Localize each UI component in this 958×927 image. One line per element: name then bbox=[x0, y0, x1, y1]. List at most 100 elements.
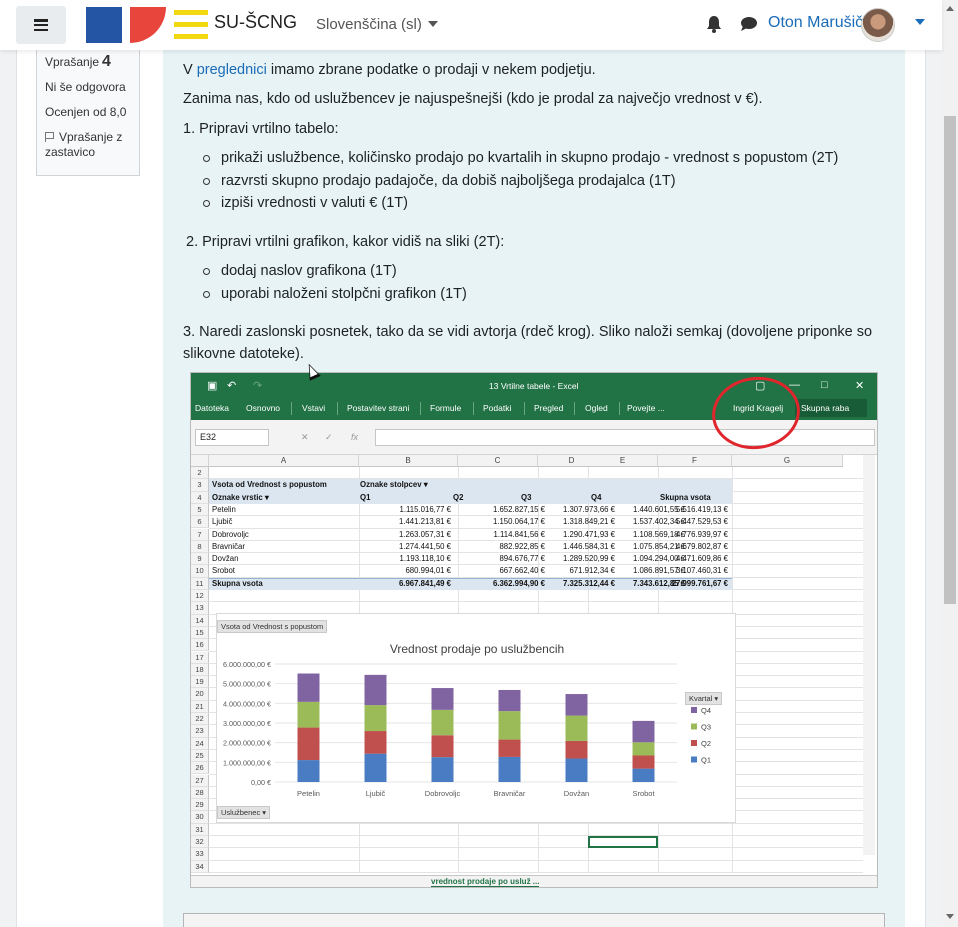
select-all-corner bbox=[191, 455, 209, 467]
bar-segment bbox=[297, 701, 320, 728]
column-labels-cell: Oznake stolpcev ▾ bbox=[360, 480, 428, 490]
task1-heading: 1. Pripravi vrtilno tabelo: bbox=[183, 121, 339, 137]
table-cell-value: 1.274.441,50 € bbox=[398, 541, 451, 551]
table-cell-value: 5.447.529,53 € bbox=[675, 517, 728, 527]
ribbon-tab: Vstavi bbox=[302, 403, 326, 413]
legend-swatch bbox=[691, 723, 697, 730]
gridline bbox=[209, 835, 863, 836]
question-status: Ni še odgovora bbox=[45, 80, 126, 94]
bar-segment bbox=[297, 760, 320, 782]
quarter-header: Q4 bbox=[591, 492, 602, 502]
y-tick-label: 3.000.000,00 € bbox=[223, 719, 271, 728]
row-header: 21 bbox=[191, 700, 209, 713]
bar-segment bbox=[431, 709, 454, 736]
total-header: Skupna vsota bbox=[660, 492, 711, 502]
site-logo[interactable] bbox=[86, 7, 216, 43]
site-name[interactable]: SU-ŠCNG bbox=[214, 12, 297, 33]
table-cell-value: 4.776.939,97 € bbox=[675, 529, 728, 539]
spreadsheet-link[interactable]: preglednici bbox=[197, 62, 267, 78]
goal-text: Zanima nas, kdo od uslužbencev je najusp… bbox=[183, 91, 763, 107]
table-row-name: Dovžan bbox=[212, 554, 239, 564]
table-cell-value: 5.516.419,13 € bbox=[675, 504, 728, 514]
flag-icon bbox=[45, 132, 54, 142]
flag-question-link[interactable]: Vprašanje z zastavico bbox=[45, 130, 139, 160]
chevron-down-icon[interactable] bbox=[915, 19, 925, 25]
row-header: 10 bbox=[191, 565, 209, 578]
task2-list: dodaj naslov grafikona (1T) uporabi nalo… bbox=[201, 260, 467, 305]
row-header: 32 bbox=[191, 836, 209, 849]
column-header: B bbox=[359, 455, 458, 467]
bar-segment bbox=[297, 673, 320, 702]
legend-swatch bbox=[691, 740, 697, 746]
bar-segment bbox=[431, 735, 454, 758]
x-tick-label: Petelin bbox=[297, 789, 320, 798]
list-item: uporabi naloženi stolpčni grafikon (1T) bbox=[201, 283, 467, 306]
language-selector[interactable]: Slovenščina (sl) bbox=[316, 16, 438, 33]
bar-segment bbox=[565, 715, 588, 741]
user-name[interactable]: Oton Marušič bbox=[768, 14, 863, 32]
row-header: 34 bbox=[191, 860, 209, 873]
gridline bbox=[209, 847, 863, 849]
row-header: 2 bbox=[191, 467, 209, 480]
row-header: 12 bbox=[191, 590, 209, 603]
legend-label: Q2 bbox=[701, 739, 711, 748]
scroll-down-icon[interactable] bbox=[946, 914, 954, 919]
sheet-scrollbar bbox=[863, 455, 875, 855]
list-item: dodaj naslov grafikona (1T) bbox=[201, 260, 467, 283]
bar-segment bbox=[364, 753, 387, 782]
cancel-icon: ✕ bbox=[301, 432, 309, 442]
answer-editor-toolbar[interactable] bbox=[183, 913, 885, 927]
redo-icon: ↷ bbox=[253, 380, 263, 392]
bar-segment bbox=[632, 755, 655, 769]
row-header: 18 bbox=[191, 663, 209, 677]
table-cell-value: 6.967.841,49 € bbox=[398, 578, 451, 588]
bar-segment bbox=[632, 768, 655, 782]
column-header: F bbox=[658, 455, 732, 467]
table-cell-value: 4.471.609,86 € bbox=[675, 554, 728, 564]
bar-segment bbox=[632, 742, 655, 756]
column-header: A bbox=[209, 455, 359, 467]
quarter-header: Q1 bbox=[360, 492, 371, 502]
intro-text: V preglednici imamo zbrane podatke o pro… bbox=[183, 62, 596, 78]
table-row-name: Petelin bbox=[212, 504, 236, 514]
menu-toggle-button[interactable] bbox=[16, 6, 66, 44]
name-box: E32 bbox=[195, 429, 269, 446]
row-header: 20 bbox=[191, 688, 209, 701]
ribbon-tab: Osnovno bbox=[246, 403, 281, 413]
row-header: 14 bbox=[191, 614, 209, 627]
table-cell-value: 4.679.802,87 € bbox=[675, 541, 728, 551]
chart-legend-button: Kvartal ▾ bbox=[685, 692, 723, 705]
ribbon-tab: Datoteka bbox=[195, 403, 230, 413]
row-header: 4 bbox=[191, 491, 209, 504]
chart-plot: 0,00 € 1.000.000,00 € 2.000.000,00 € 3.000.… bbox=[223, 660, 711, 798]
row-header: 31 bbox=[191, 823, 209, 836]
scrollbar-thumb[interactable] bbox=[944, 116, 956, 604]
bell-icon[interactable] bbox=[706, 15, 722, 33]
row-header: 15 bbox=[191, 626, 209, 640]
save-icon: ▣ bbox=[207, 380, 218, 392]
bar-segment bbox=[498, 711, 521, 740]
scroll-up-icon[interactable] bbox=[946, 6, 954, 11]
messages-icon[interactable] bbox=[740, 16, 758, 32]
chevron-down-icon bbox=[427, 21, 438, 27]
sheet-tab: vrednost prodaje po usluž ... bbox=[431, 877, 540, 887]
table-row-name: Ljubič bbox=[212, 517, 233, 527]
sheet-tabs: vrednost prodaje po usluž ... bbox=[191, 875, 877, 887]
avatar[interactable] bbox=[861, 8, 895, 42]
ribbon-tell-me: Povejte ... bbox=[627, 403, 665, 413]
row-header: 13 bbox=[191, 602, 209, 615]
row-header: 28 bbox=[191, 786, 209, 800]
gridline bbox=[209, 859, 863, 861]
legend-swatch bbox=[691, 756, 697, 763]
x-tick-label: Ljubič bbox=[366, 789, 386, 798]
y-tick-label: 0,00 € bbox=[251, 778, 271, 787]
ribbon-tab: Formule bbox=[430, 403, 462, 413]
task3-text: 3. Naredi zaslonski posnetek, tako da se… bbox=[183, 324, 873, 362]
row-header: 24 bbox=[191, 737, 209, 750]
ribbon-tab: Postavitev strani bbox=[347, 403, 410, 413]
row-header: 16 bbox=[191, 639, 209, 652]
y-tick-label: 5.000.000,00 € bbox=[223, 680, 271, 689]
bar-segment bbox=[565, 758, 588, 782]
page-scrollbar[interactable] bbox=[942, 0, 958, 927]
maximize-icon: □ bbox=[821, 379, 828, 391]
